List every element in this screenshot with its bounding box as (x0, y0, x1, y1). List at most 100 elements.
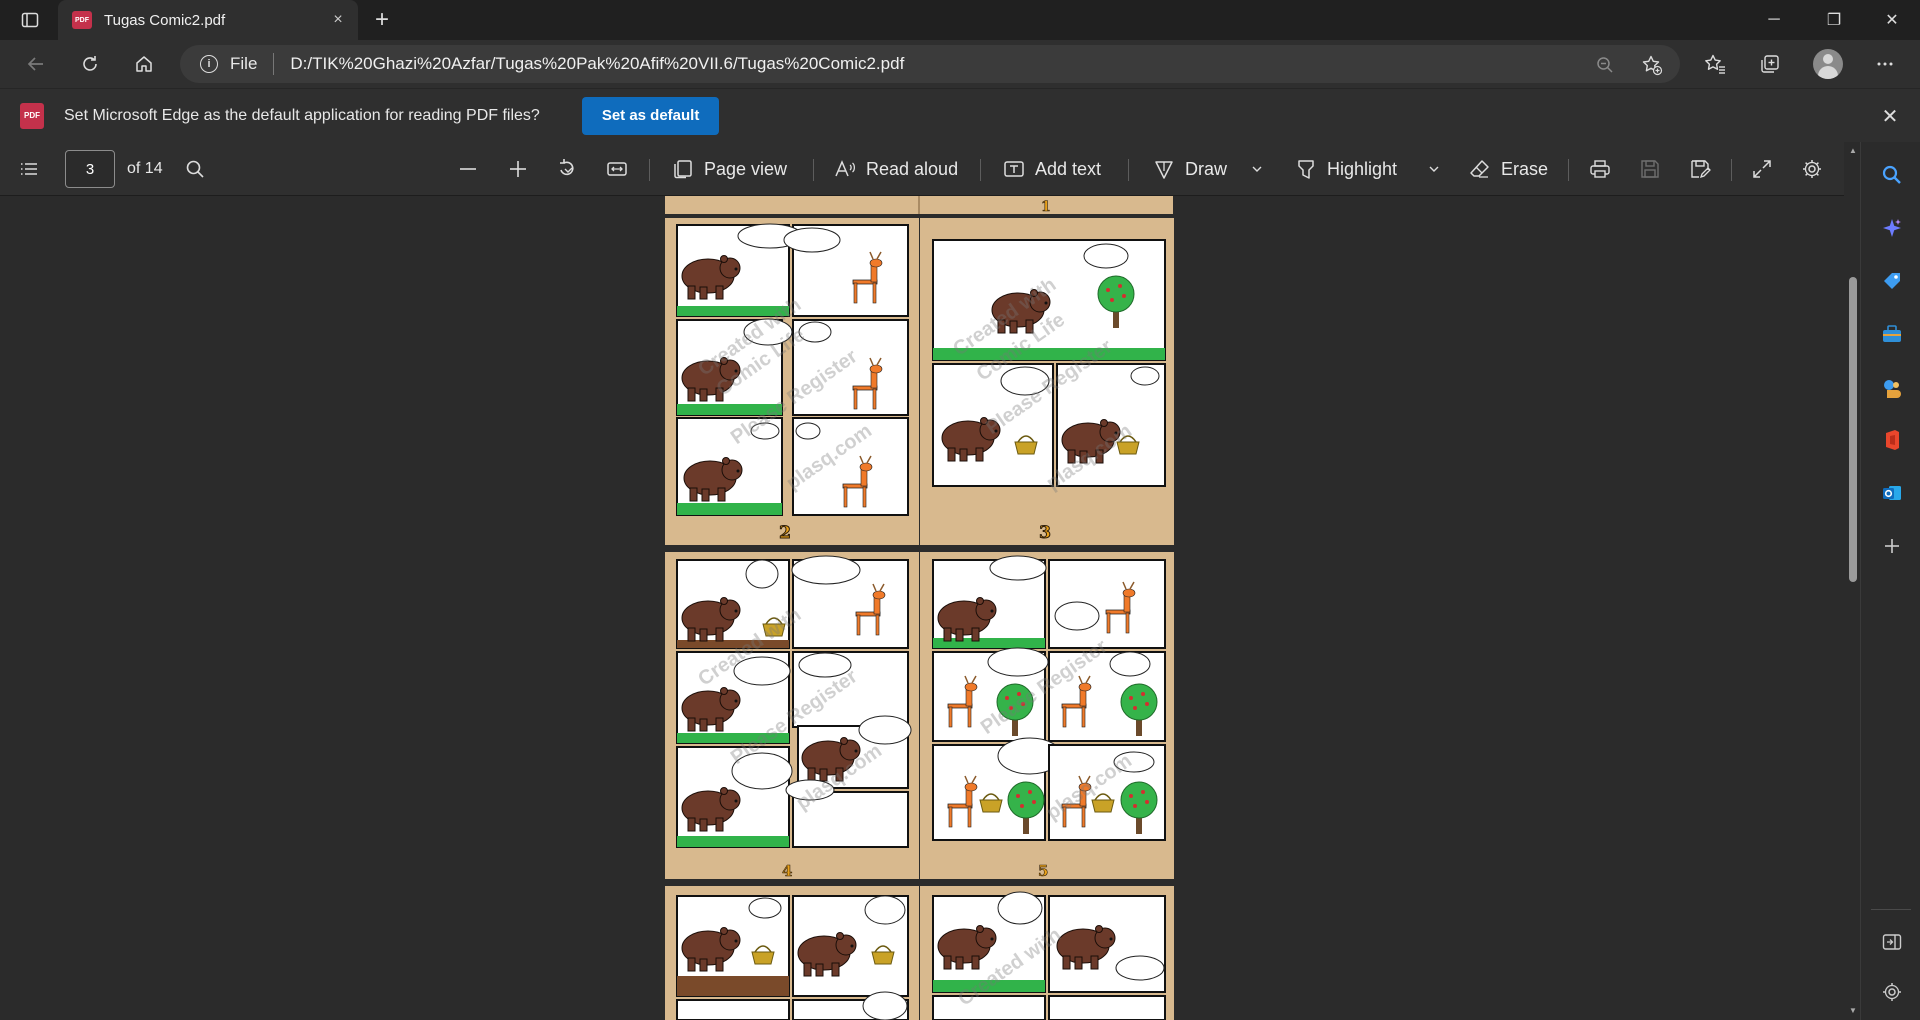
erase-button[interactable]: Erase (1469, 153, 1548, 185)
vertical-scrollbar[interactable]: ▲ ▼ (1846, 142, 1860, 1020)
outlook-icon[interactable] (1879, 480, 1905, 506)
search-icon (186, 160, 204, 178)
new-tab-button[interactable]: + (368, 6, 396, 34)
tab-strip: PDF Tugas Comic2.pdf × + ─ ❐ ✕ (0, 0, 1920, 40)
zoom-out-button[interactable] (457, 153, 479, 185)
edge-sidebar (1860, 142, 1920, 1020)
toolbar-divider (1568, 159, 1569, 181)
toolbar-divider (649, 159, 650, 181)
pdf-settings-button[interactable] (1801, 153, 1823, 185)
refresh-icon (83, 56, 97, 71)
fullscreen-button[interactable] (1751, 153, 1773, 185)
default-app-infobar: PDF Set Microsoft Edge as the default ap… (0, 88, 1920, 142)
home-button[interactable] (126, 48, 162, 80)
printer-icon (1590, 160, 1610, 178)
page-view-icon (674, 160, 692, 179)
back-arrow-icon (27, 57, 43, 71)
site-info-icon[interactable]: i (200, 55, 218, 73)
zoom-out-icon[interactable] (1593, 53, 1617, 77)
navigation-bar: i File D:/TIK%20Ghazi%20Azfar/Tugas%20Pa… (0, 40, 1920, 88)
scroll-down-arrow-icon[interactable]: ▼ (1848, 1006, 1858, 1016)
tools-icon[interactable] (1879, 321, 1905, 347)
refresh-button[interactable] (72, 48, 108, 80)
office-icon[interactable] (1879, 427, 1905, 453)
restore-button[interactable]: ❐ (1806, 0, 1862, 40)
gear-icon (1803, 160, 1821, 178)
read-aloud-button[interactable]: Read aloud (834, 153, 958, 185)
tab-active[interactable]: PDF Tugas Comic2.pdf × (58, 0, 358, 40)
fit-to-width-button[interactable] (606, 153, 628, 185)
save-as-button[interactable] (1689, 153, 1711, 185)
draw-button[interactable]: Draw (1153, 153, 1227, 185)
highlight-button[interactable]: Highlight (1295, 153, 1397, 185)
read-aloud-icon (835, 160, 856, 177)
plus-icon (510, 161, 526, 177)
tab-title: Tugas Comic2.pdf (104, 11, 226, 29)
zoom-in-button[interactable] (507, 153, 529, 185)
svg-text:1: 1 (1041, 199, 1051, 215)
fit-width-icon (607, 162, 627, 176)
favorites-button[interactable] (1698, 48, 1732, 80)
copilot-icon[interactable] (1879, 215, 1905, 241)
highlighter-icon (1298, 160, 1314, 179)
collections-button[interactable] (1753, 48, 1787, 80)
hide-sidebar-icon[interactable] (1879, 929, 1905, 955)
favorites-icon (1705, 54, 1725, 74)
page-total: of 14 (127, 160, 163, 177)
minimize-button[interactable]: ─ (1746, 0, 1802, 40)
draw-label: Draw (1185, 158, 1228, 179)
read-aloud-label: Read aloud (866, 158, 959, 179)
highlight-label: Highlight (1327, 158, 1398, 179)
contents-button[interactable] (18, 153, 40, 185)
scrollbar-thumb[interactable] (1849, 277, 1857, 582)
toolbar-divider (1731, 159, 1732, 181)
back-button[interactable] (18, 48, 54, 80)
chevron-down-icon (1429, 166, 1439, 172)
pdf-app-icon: PDF (20, 102, 44, 129)
save-as-icon (1691, 160, 1711, 179)
add-favorite-icon[interactable] (1640, 53, 1664, 77)
highlight-options-dropdown[interactable] (1427, 153, 1441, 185)
page-view-button[interactable]: Page view (672, 153, 787, 185)
tab-actions-icon (21, 12, 39, 28)
rotate-icon (560, 159, 574, 176)
pdf-pages: 1 4 5 (665, 196, 1174, 1020)
shopping-tag-icon[interactable] (1879, 268, 1905, 294)
profile-avatar[interactable] (1813, 49, 1843, 79)
add-text-button[interactable]: Add text (1003, 153, 1101, 185)
svg-text:5: 5 (1038, 862, 1048, 880)
print-button[interactable] (1589, 153, 1611, 185)
sidebar-settings-icon[interactable] (1879, 979, 1905, 1005)
scroll-up-arrow-icon[interactable]: ▲ (1848, 146, 1858, 156)
infobar-close-button[interactable]: ✕ (1876, 102, 1904, 130)
chevron-down-icon (1252, 166, 1262, 172)
table-of-contents-icon (21, 163, 37, 175)
minus-icon (460, 168, 476, 170)
close-window-button[interactable]: ✕ (1864, 0, 1920, 40)
tab-actions-button[interactable] (14, 8, 46, 32)
more-icon (1877, 62, 1893, 66)
pdf-document-area[interactable]: 1 4 5 2 3 Created with Comic Life Please… (0, 196, 1844, 1020)
search-icon[interactable] (1879, 162, 1905, 188)
page-view-label: Page view (704, 158, 788, 179)
address-url[interactable]: D:/TIK%20Ghazi%20Azfar/Tugas%20Pak%20Afi… (290, 54, 904, 74)
comic-page-number: 3 (1039, 523, 1052, 544)
address-bar[interactable]: i File D:/TIK%20Ghazi%20Azfar/Tugas%20Pa… (180, 45, 1680, 83)
pdf-toolbar: of 14 Page view Read aloud Add text Draw… (0, 142, 1844, 196)
games-icon[interactable] (1879, 374, 1905, 400)
draw-options-dropdown[interactable] (1250, 153, 1264, 185)
page-number-input[interactable] (65, 150, 115, 188)
toolbar-divider (813, 159, 814, 181)
infobar-message: Set Microsoft Edge as the default applic… (64, 106, 540, 124)
find-button[interactable] (184, 153, 206, 185)
erase-label: Erase (1501, 158, 1549, 179)
set-as-default-button[interactable]: Set as default (581, 96, 720, 135)
settings-more-button[interactable] (1868, 48, 1902, 80)
save-icon (1641, 160, 1659, 178)
draw-pen-icon (1155, 161, 1173, 179)
rotate-button[interactable] (556, 153, 578, 185)
tab-close-button[interactable]: × (324, 6, 352, 34)
pdf-file-icon: PDF (72, 11, 92, 29)
add-icon[interactable] (1879, 533, 1905, 559)
address-scheme: File (230, 54, 258, 73)
